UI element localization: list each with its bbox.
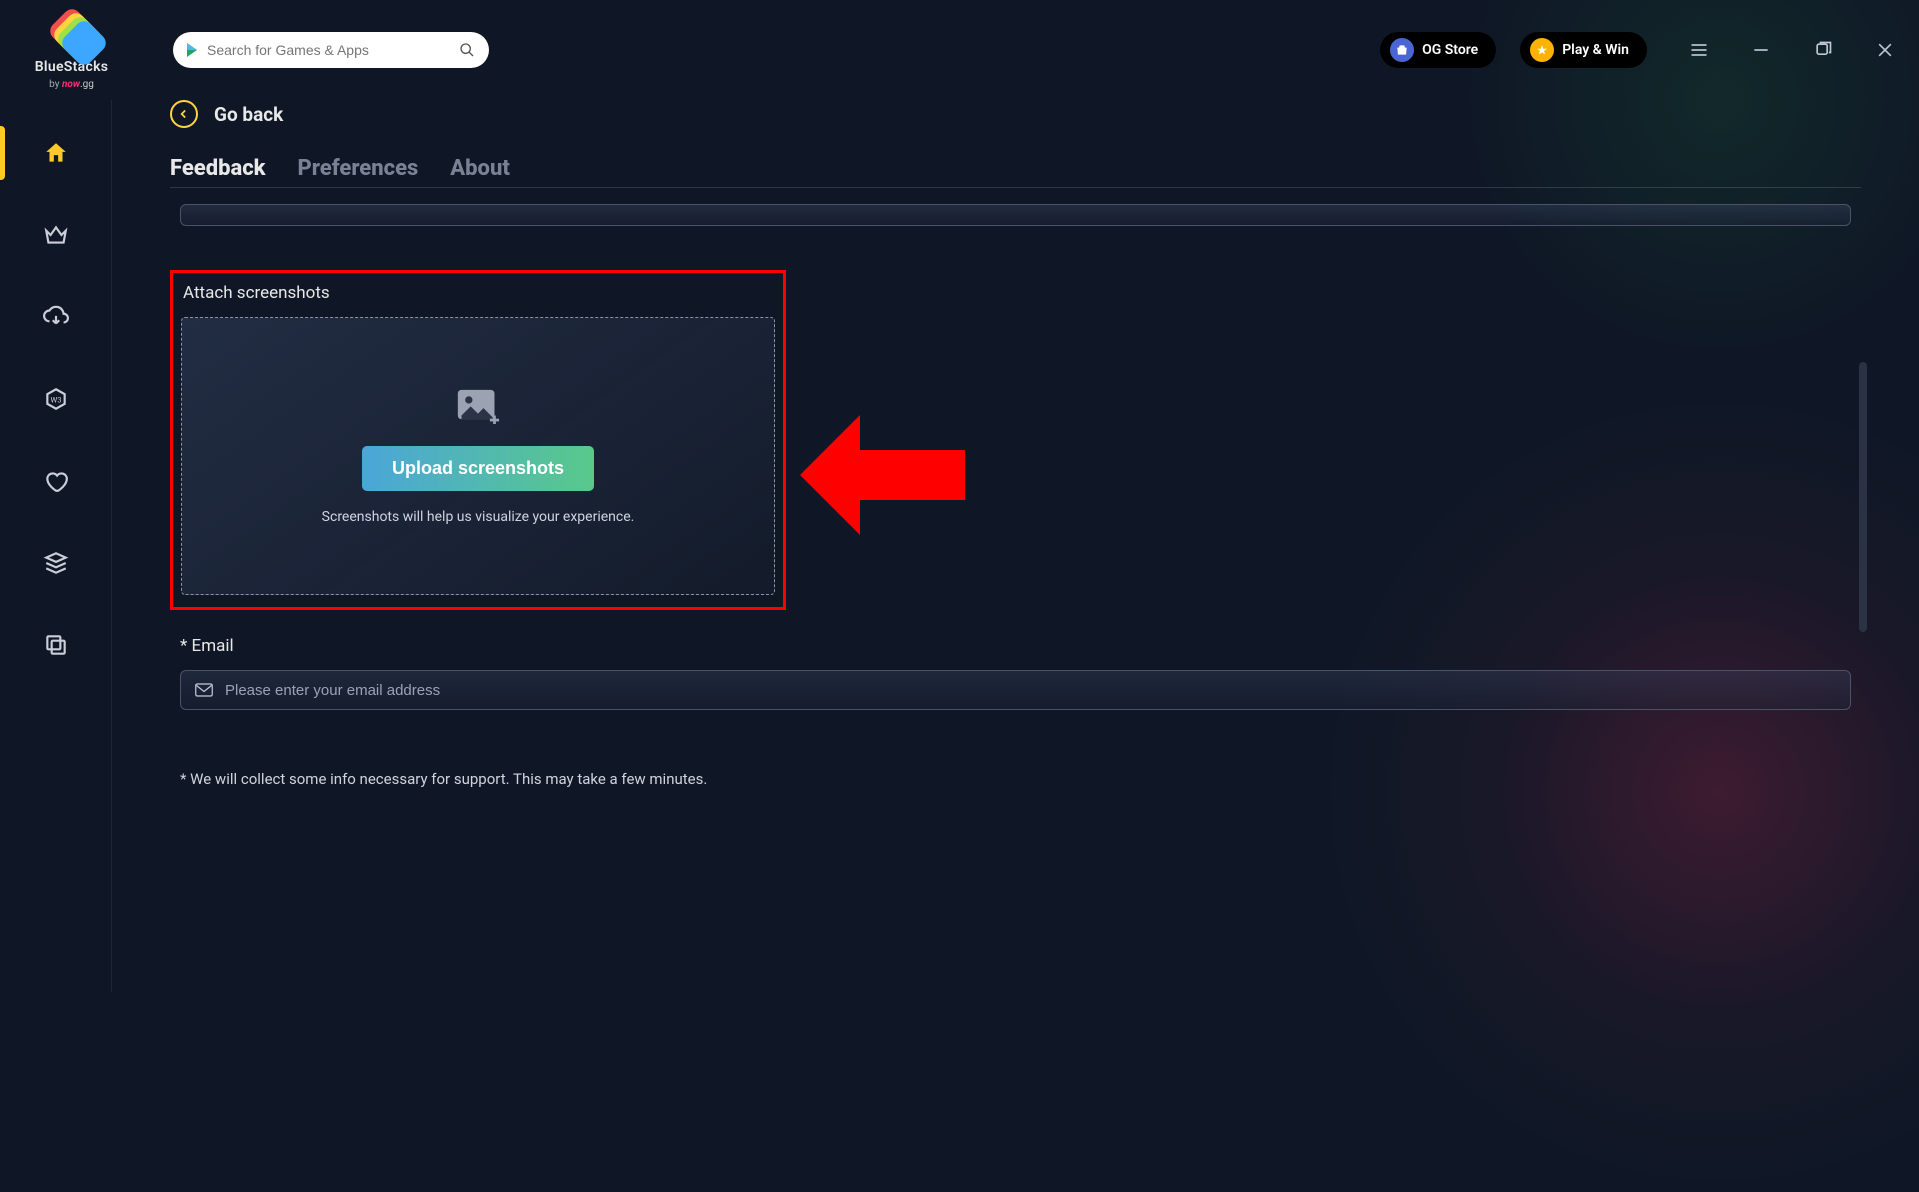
email-input-container[interactable] [180,670,1851,710]
play-and-win-icon [1530,38,1554,62]
window-close-button[interactable] [1875,40,1895,60]
email-input[interactable] [225,682,1836,699]
sidebar-item-cloud-download[interactable] [43,304,69,330]
play-and-win-button[interactable]: Play & Win [1520,32,1647,68]
attach-screenshots-label: Attach screenshots [183,283,775,303]
og-store-button[interactable]: OG Store [1380,32,1496,68]
search-bar[interactable] [173,32,489,68]
brand-block: BlueStacks by now.gg [24,11,119,90]
top-bar: BlueStacks by now.gg OG Store Play & Win [0,0,1919,100]
sidebar: W3 [0,100,112,992]
sidebar-item-multi-instance[interactable] [43,632,69,658]
upload-hint: Screenshots will help us visualize your … [322,509,635,525]
settings-tabs: Feedback Preferences About [170,156,1861,188]
back-arrow-icon [170,100,198,128]
tab-feedback[interactable]: Feedback [170,156,266,181]
window-minimize-button[interactable] [1751,40,1771,60]
sidebar-item-library[interactable] [43,550,69,576]
sidebar-item-premium[interactable] [43,222,69,248]
sidebar-item-home[interactable] [43,140,69,166]
sidebar-item-web3[interactable]: W3 [43,386,69,412]
email-icon [195,683,213,697]
go-back-button[interactable]: Go back [170,100,1861,128]
support-disclaimer: * We will collect some info necessary fo… [180,770,1861,788]
go-back-label: Go back [214,103,283,126]
svg-text:W3: W3 [50,395,61,404]
brand-name: BlueStacks [35,59,109,75]
tab-about[interactable]: About [450,156,510,181]
attach-screenshots-section-highlight: Attach screenshots Upload screenshots Sc… [170,270,786,610]
og-store-icon [1390,38,1414,62]
og-store-label: OG Store [1422,42,1478,58]
search-icon [459,42,475,58]
sidebar-item-favorites[interactable] [43,468,69,494]
feedback-form: Attach screenshots Upload screenshots Sc… [170,196,1861,788]
image-add-icon [456,388,500,428]
screenshot-dropzone[interactable]: Upload screenshots Screenshots will help… [181,317,775,595]
tab-preferences[interactable]: Preferences [298,156,419,181]
main-content: Go back Feedback Preferences About Attac… [112,90,1919,992]
window-maximize-button[interactable] [1813,40,1833,60]
play-and-win-label: Play & Win [1562,42,1629,58]
hamburger-menu-icon[interactable] [1689,40,1709,60]
google-play-icon [187,43,197,57]
brand-byline: by now.gg [49,79,94,90]
upload-screenshots-button[interactable]: Upload screenshots [362,446,594,491]
bluestacks-logo-icon [50,11,94,55]
scrollbar-thumb[interactable] [1859,362,1867,632]
previous-field-bottom-edge[interactable] [180,204,1851,226]
email-field-label: * Email [180,636,1861,656]
search-input[interactable] [207,42,449,58]
